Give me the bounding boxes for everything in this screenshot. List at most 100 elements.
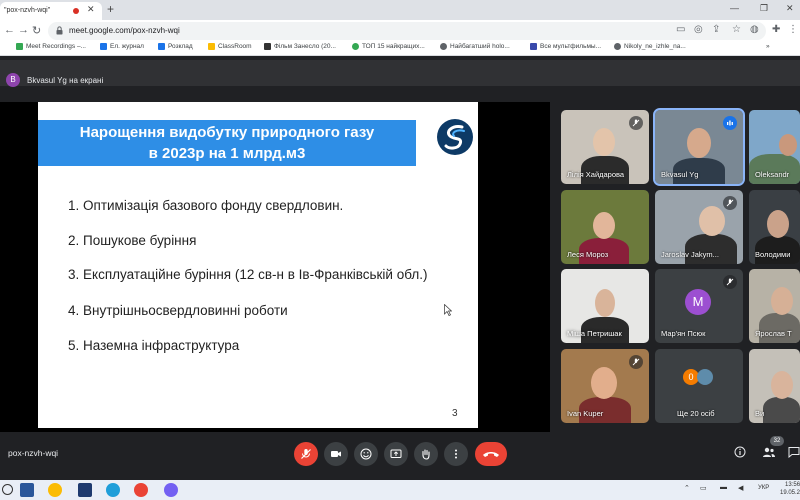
presenter-label: Bkvasul Yg на екрані <box>27 76 104 85</box>
edge-icon[interactable] <box>106 483 120 497</box>
clock[interactable]: 13:56 19.05.2 <box>780 481 800 497</box>
bookmarks-bar: Meet Recordings –... Ел. журнал Розклад … <box>0 42 800 56</box>
bookmark-item[interactable]: Nikoly_ne_izhle_na... <box>614 43 686 50</box>
participant-video <box>779 134 797 156</box>
volume-icon[interactable]: ◀ <box>738 484 743 492</box>
bookmark-item[interactable]: Розклад <box>158 43 193 50</box>
people-icon[interactable] <box>762 446 776 458</box>
hand-icon <box>422 449 430 460</box>
participant-tile[interactable]: M Мар'ян Псюк <box>655 269 743 343</box>
slide-title: Нарощення видобутку природного газу в 20… <box>38 120 416 166</box>
participant-tile[interactable]: Леся Мороз <box>561 190 649 264</box>
participant-name: Ярослав Т <box>755 329 792 338</box>
camera-indicator-icon[interactable]: ▭ <box>676 24 685 35</box>
bookmark-star-icon[interactable]: ☆ <box>732 24 741 35</box>
address-bar[interactable]: meet.google.com/pox-nzvh-wqi ▭ ◎ ⇪ ☆ ◍ <box>48 22 766 40</box>
new-tab-icon[interactable]: + <box>107 2 114 16</box>
participant-video <box>593 212 615 239</box>
participant-video <box>591 367 617 399</box>
extensions-icon[interactable]: ✚ <box>772 24 780 35</box>
tray-chevron-icon[interactable]: ⌃ <box>684 484 690 492</box>
participant-tile[interactable]: Jaroslav Jakym... <box>655 190 743 264</box>
slide-item: 1. Оптимізація базового фонду свердловин… <box>68 198 344 213</box>
bookmark-item[interactable]: ClassRoom <box>208 43 252 50</box>
participant-tile[interactable]: Ivan Kuper <box>561 349 649 423</box>
raise-hand-button[interactable] <box>414 442 438 466</box>
word-icon[interactable] <box>20 483 34 497</box>
mic-toggle-button[interactable] <box>294 442 318 466</box>
drive-icon <box>16 43 23 50</box>
schedule-icon <box>158 43 165 50</box>
bookmark-item[interactable]: Фільм Занесло (20... <box>264 43 336 50</box>
maximize-icon[interactable]: ❐ <box>760 3 768 14</box>
journal-icon <box>100 43 107 50</box>
chrome-icon[interactable] <box>134 483 148 497</box>
present-button[interactable] <box>384 442 408 466</box>
more-options-button[interactable] <box>444 442 468 466</box>
share-icon[interactable]: ⇪ <box>712 24 720 35</box>
participant-video <box>767 210 789 238</box>
participant-name: Лілія Хайдарова <box>567 170 625 179</box>
participant-video <box>687 128 711 158</box>
participant-tile[interactable]: Ярослав Т <box>749 269 800 343</box>
avatar: B <box>6 73 20 87</box>
camera-toggle-button[interactable] <box>324 442 348 466</box>
leave-call-button[interactable] <box>475 442 507 466</box>
info-icon[interactable] <box>734 446 746 458</box>
close-window-icon[interactable]: ✕ <box>786 3 794 14</box>
viber-icon[interactable] <box>164 483 178 497</box>
more-bookmarks-icon[interactable]: » <box>766 43 770 50</box>
cartoon-icon <box>530 43 537 50</box>
tab-bar: "pox-nzvh-wqi" ✕ + — ❐ ✕ <box>0 0 800 20</box>
taskbar <box>0 480 800 500</box>
participant-tile[interactable]: Ви <box>749 349 800 423</box>
participant-tile[interactable]: 0 Ще 20 осіб <box>655 349 743 423</box>
forward-icon[interactable]: → <box>18 24 29 36</box>
participant-tile[interactable]: Oleksandr <box>749 110 800 184</box>
participant-tile[interactable]: Bkvasul Yg <box>653 108 745 186</box>
language-indicator[interactable]: УКР <box>758 485 769 491</box>
mouse-cursor-icon <box>444 304 452 316</box>
browser-tab[interactable]: "pox-nzvh-wqi" ✕ <box>0 2 102 20</box>
present-screen-icon <box>390 449 402 458</box>
slide-item: 3. Експлуатаційне буріння (12 св-н в Ів-… <box>68 267 428 282</box>
circle-icon <box>352 43 359 50</box>
participant-video <box>595 289 615 317</box>
reactions-button[interactable] <box>354 442 378 466</box>
film-icon <box>264 43 271 50</box>
search-icon[interactable] <box>2 484 13 495</box>
recording-icon <box>73 8 79 14</box>
participant-tile[interactable]: Міша Петришак <box>561 269 649 343</box>
participant-name: Jaroslav Jakym... <box>661 250 719 259</box>
bookmark-item[interactable]: ТОП 15 найкращих... <box>352 43 425 50</box>
save-app-icon[interactable] <box>78 483 92 497</box>
close-tab-icon[interactable]: ✕ <box>87 4 95 15</box>
chrome-icon[interactable] <box>48 483 62 497</box>
participant-tile[interactable]: Володими <box>749 190 800 264</box>
participant-name: Міша Петришак <box>567 329 622 338</box>
participant-tile[interactable]: Лілія Хайдарова <box>561 110 649 184</box>
network-icon[interactable]: ▭ <box>700 484 707 492</box>
back-icon[interactable]: ← <box>4 24 15 36</box>
participant-name: Леся Мороз <box>567 250 609 259</box>
presenter-bar <box>0 60 800 86</box>
muted-mic-icon <box>723 275 737 289</box>
chat-icon[interactable] <box>788 446 800 458</box>
tab-title: "pox-nzvh-wqi" <box>4 7 51 14</box>
bookmark-item[interactable]: Ел. журнал <box>100 43 144 50</box>
bookmark-item[interactable]: Meet Recordings –... <box>16 43 86 50</box>
profile-icon[interactable]: ◍ <box>750 24 759 35</box>
muted-mic-icon <box>301 449 311 459</box>
more-participants-label: Ще 20 осіб <box>677 409 715 418</box>
bookmark-item[interactable]: Все мультфильмы... <box>530 43 601 50</box>
menu-icon[interactable]: ⋮ <box>788 24 798 35</box>
bookmark-item[interactable]: Найбагатший holo... <box>440 43 510 50</box>
slide-item: 5. Наземна інфраструктура <box>68 338 240 353</box>
avatar: M <box>685 289 711 315</box>
battery-icon[interactable]: ▬ <box>720 484 727 491</box>
minimize-icon[interactable]: — <box>730 3 739 13</box>
slide-item: 4. Внутрішньосвердловинні роботи <box>68 303 288 318</box>
participant-video <box>685 234 737 264</box>
google-lens-icon[interactable]: ◎ <box>694 24 703 35</box>
reload-icon[interactable]: ↻ <box>32 24 41 37</box>
